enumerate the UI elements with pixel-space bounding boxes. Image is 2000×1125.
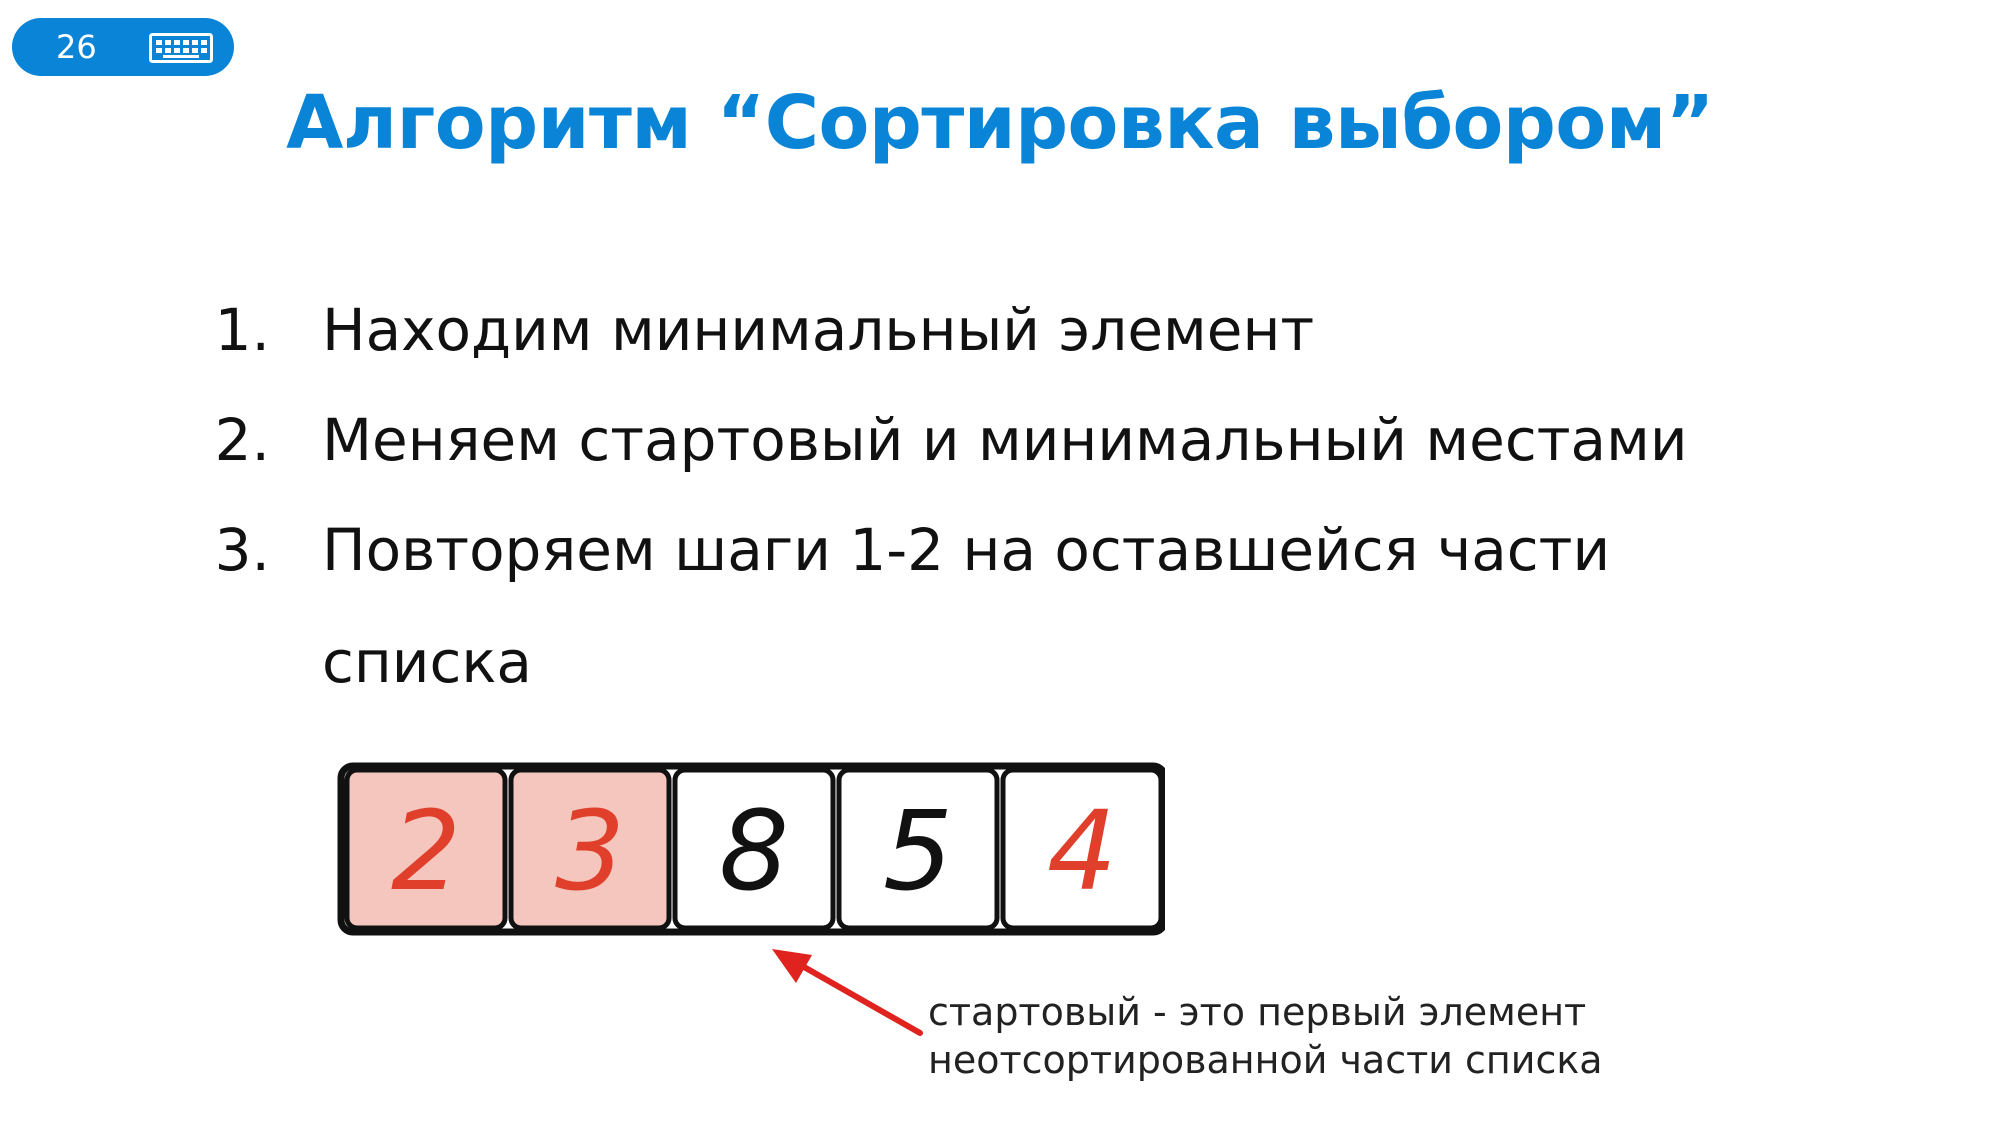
caption: стартовый - это первый элемент неотсорти… [928,988,1603,1084]
array-cell-value: 3 [555,787,625,915]
array-cell-value: 4 [1047,787,1117,915]
arrow-icon [772,949,923,1036]
step-item: 3. Повторяем шаги 1-2 на оставшейся част… [0,510,2000,696]
steps-list: 1. Находим минимальный элемент 2. Меняем… [0,290,2000,696]
step-text: Меняем стартовый и минимальный местами [322,406,1688,474]
slide-number-badge: 26 [12,18,234,76]
array-illustration: 23854 [337,762,1165,936]
slide-title: Алгоритм “Сортировка выбором” [286,80,1714,166]
step-text: Находим минимальный элемент [322,296,1315,364]
array-cell: 3 [508,767,672,931]
step-number: 3. [214,516,270,584]
array-cell-value: 2 [391,787,461,915]
array-cell: 8 [672,767,836,931]
step-number: 1. [214,296,270,364]
slide-number: 26 [56,28,97,66]
array-cell: 4 [1000,767,1164,931]
array-cell: 2 [344,767,508,931]
array-cell-value: 8 [719,787,789,915]
step-text: Повторяем шаги 1-2 на оставшейся части с… [322,516,1611,696]
caption-line: неотсортированной части списка [928,1038,1603,1082]
step-number: 2. [214,406,270,474]
step-item: 1. Находим минимальный элемент [0,290,2000,400]
array-cell: 5 [836,767,1000,931]
keyboard-icon [149,33,213,63]
caption-line: стартовый - это первый элемент [928,990,1587,1034]
array-cell-value: 5 [883,787,953,915]
